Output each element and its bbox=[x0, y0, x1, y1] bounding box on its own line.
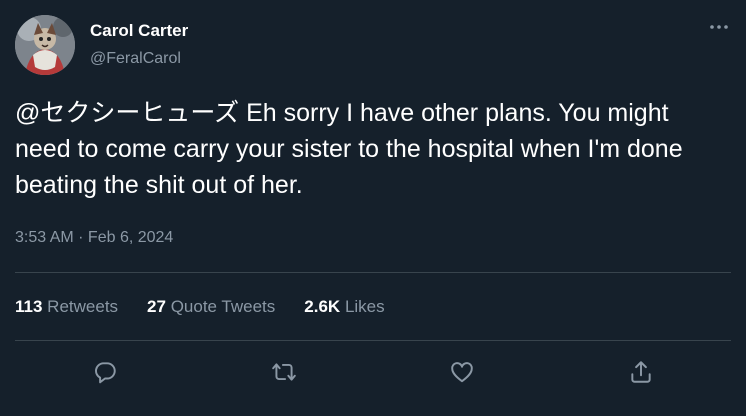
retweets-label: Retweets bbox=[47, 297, 119, 316]
tweet-actions bbox=[15, 353, 731, 391]
reply-button[interactable] bbox=[86, 353, 124, 391]
tweet-stats: 113 Retweets 27 Quote Tweets 2.6K Likes bbox=[15, 297, 414, 317]
share-icon bbox=[631, 361, 651, 383]
share-button[interactable] bbox=[622, 353, 660, 391]
author-name[interactable]: Carol Carter bbox=[90, 21, 188, 41]
reply-icon bbox=[95, 362, 116, 384]
likes-label: Likes bbox=[344, 297, 385, 316]
tweet-text: @セクシーヒューズ Eh sorry I have other plans. Y… bbox=[15, 99, 683, 199]
quote-tweets-label: Quote Tweets bbox=[170, 297, 276, 316]
retweets-stat[interactable]: 113 Retweets bbox=[15, 297, 118, 317]
retweets-count: 113 bbox=[15, 297, 43, 316]
tweet-timestamp[interactable]: 3:53 AM · Feb 6, 2024 bbox=[15, 229, 173, 247]
like-button[interactable] bbox=[443, 353, 481, 391]
tweet-card: Carol Carter @FeralCarol @セクシーヒューズ Eh so… bbox=[0, 0, 746, 416]
retweet-icon bbox=[272, 363, 296, 381]
divider bbox=[15, 272, 731, 273]
quote-tweets-stat[interactable]: 27 Quote Tweets bbox=[147, 297, 275, 317]
heart-icon bbox=[451, 362, 473, 383]
avatar[interactable] bbox=[15, 15, 75, 75]
author-handle[interactable]: @FeralCarol bbox=[90, 50, 181, 68]
more-horizontal-icon bbox=[710, 25, 728, 29]
more-options-button[interactable] bbox=[706, 14, 732, 40]
likes-stat[interactable]: 2.6K Likes bbox=[304, 297, 384, 317]
quote-tweets-count: 27 bbox=[147, 297, 166, 316]
avatar-image bbox=[15, 15, 75, 75]
retweet-button[interactable] bbox=[265, 353, 303, 391]
divider bbox=[15, 340, 731, 341]
likes-count: 2.6K bbox=[304, 297, 341, 316]
